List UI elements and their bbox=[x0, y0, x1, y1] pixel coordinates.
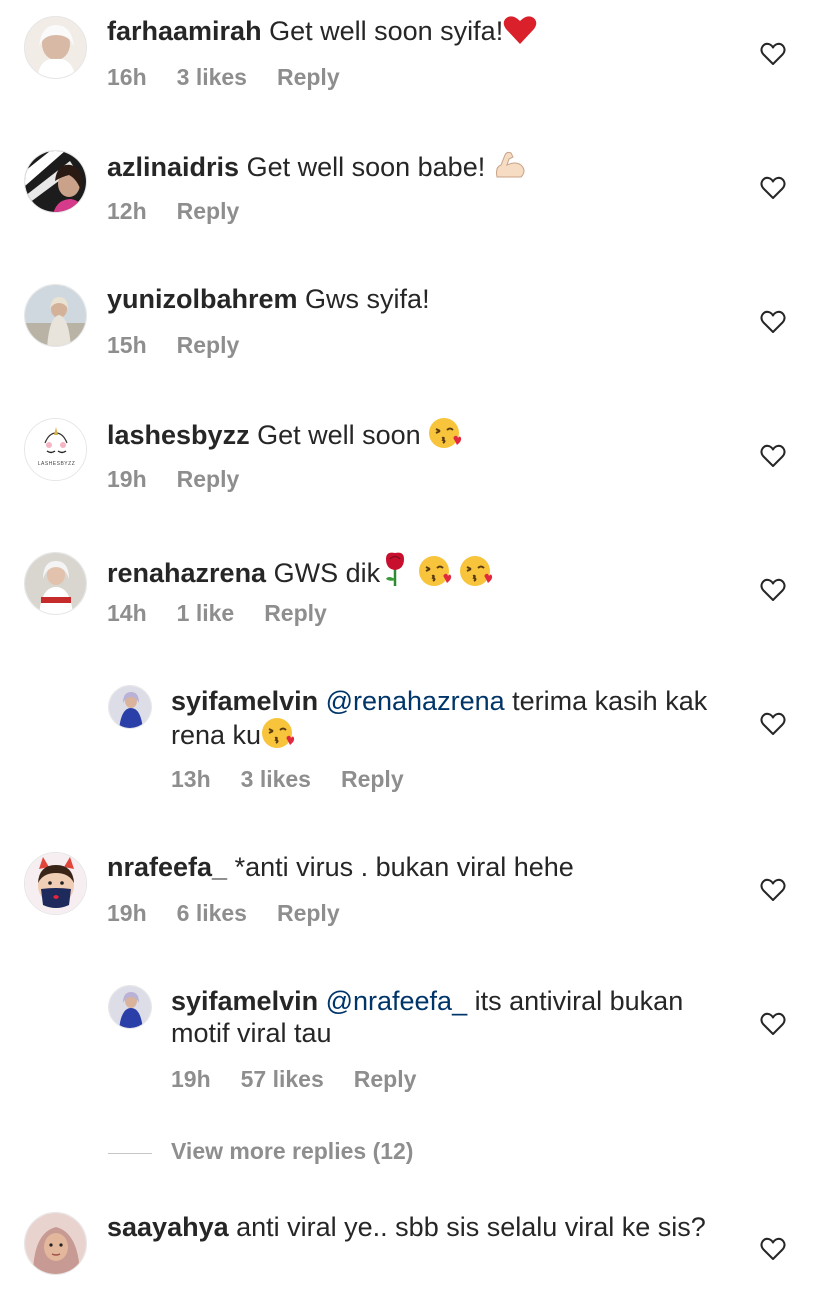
avatar[interactable] bbox=[108, 685, 152, 729]
comment-text: *anti virus . bukan viral hehe bbox=[234, 852, 574, 882]
comment-likes[interactable]: 6 likes bbox=[177, 900, 247, 927]
reply-button[interactable]: Reply bbox=[177, 198, 240, 225]
comment-time: 12h bbox=[107, 198, 147, 224]
comment-likes[interactable]: 57 likes bbox=[241, 1066, 324, 1093]
rose-emoji-icon bbox=[380, 551, 410, 594]
comment-text: anti viral ye.. sbb sis selalu viral ke … bbox=[236, 1212, 706, 1242]
comment-username[interactable]: renahazrena bbox=[107, 558, 266, 588]
comment-username[interactable]: nrafeefa_ bbox=[107, 852, 227, 882]
comment-likes[interactable]: 3 likes bbox=[177, 64, 247, 91]
like-heart-icon[interactable] bbox=[760, 444, 786, 468]
reply-button[interactable]: Reply bbox=[354, 1066, 417, 1093]
comment-time: 19h bbox=[171, 1066, 211, 1092]
like-heart-icon[interactable] bbox=[760, 42, 786, 66]
flexed-biceps-emoji-icon bbox=[493, 149, 527, 188]
reply-button[interactable]: Reply bbox=[277, 900, 340, 927]
comment-time: 16h bbox=[107, 64, 147, 90]
comment-username[interactable]: syifamelvin bbox=[171, 686, 318, 716]
comment-username[interactable]: azlinaidris bbox=[107, 152, 239, 182]
comment-text: GWS dik bbox=[273, 558, 381, 588]
comment-time: 19h bbox=[107, 466, 147, 492]
avatar[interactable] bbox=[24, 150, 87, 213]
like-heart-icon[interactable] bbox=[760, 578, 786, 602]
mention-link[interactable]: @nrafeefa_ bbox=[326, 986, 468, 1016]
comment-time: 15h bbox=[107, 332, 147, 358]
avatar[interactable] bbox=[24, 552, 87, 615]
face-blowing-kiss-emoji-icon bbox=[428, 417, 462, 456]
divider-line bbox=[108, 1153, 152, 1154]
comment-likes[interactable]: 1 like bbox=[177, 600, 235, 627]
avatar[interactable] bbox=[24, 16, 87, 79]
avatar[interactable] bbox=[108, 985, 152, 1029]
face-blowing-kiss-emoji-icon bbox=[459, 555, 493, 594]
avatar[interactable] bbox=[24, 284, 87, 347]
comment-text: Get well soon bbox=[257, 420, 421, 450]
comment-text: Gws syifa! bbox=[305, 284, 430, 314]
reply-button[interactable]: Reply bbox=[177, 466, 240, 493]
face-blowing-kiss-emoji-icon bbox=[261, 717, 295, 756]
avatar-logo-text: LASHESBYZZ bbox=[38, 461, 76, 467]
comment-likes[interactable]: 3 likes bbox=[241, 766, 311, 793]
comment-username[interactable]: saayahya bbox=[107, 1212, 229, 1242]
comment-username[interactable]: lashesbyzz bbox=[107, 420, 250, 450]
reply-button[interactable]: Reply bbox=[264, 600, 327, 627]
comment-username[interactable]: yunizolbahrem bbox=[107, 284, 298, 314]
reply-button[interactable]: Reply bbox=[177, 332, 240, 359]
avatar[interactable] bbox=[24, 1212, 87, 1275]
comment-time: 19h bbox=[107, 900, 147, 926]
view-more-replies-label: View more replies (12) bbox=[171, 1138, 414, 1164]
comment-text: Get well soon syifa! bbox=[269, 16, 504, 46]
red-heart-emoji-icon bbox=[503, 15, 537, 52]
like-heart-icon[interactable] bbox=[760, 310, 786, 334]
like-heart-icon[interactable] bbox=[760, 1237, 786, 1261]
like-heart-icon[interactable] bbox=[760, 878, 786, 902]
reply-button[interactable]: Reply bbox=[341, 766, 404, 793]
comment-time: 13h bbox=[171, 766, 211, 792]
avatar[interactable]: LASHESBYZZ bbox=[24, 418, 87, 481]
avatar[interactable] bbox=[24, 852, 87, 915]
comment-username[interactable]: farhaamirah bbox=[107, 16, 262, 46]
like-heart-icon[interactable] bbox=[760, 712, 786, 736]
reply-button[interactable]: Reply bbox=[277, 64, 340, 91]
mention-link[interactable]: @renahazrena bbox=[326, 686, 505, 716]
comment-text: Get well soon babe! bbox=[246, 152, 486, 182]
comment-username[interactable]: syifamelvin bbox=[171, 986, 318, 1016]
face-blowing-kiss-emoji-icon bbox=[418, 555, 452, 594]
comment-time: 14h bbox=[107, 600, 147, 626]
like-heart-icon[interactable] bbox=[760, 176, 786, 200]
like-heart-icon[interactable] bbox=[760, 1012, 786, 1036]
